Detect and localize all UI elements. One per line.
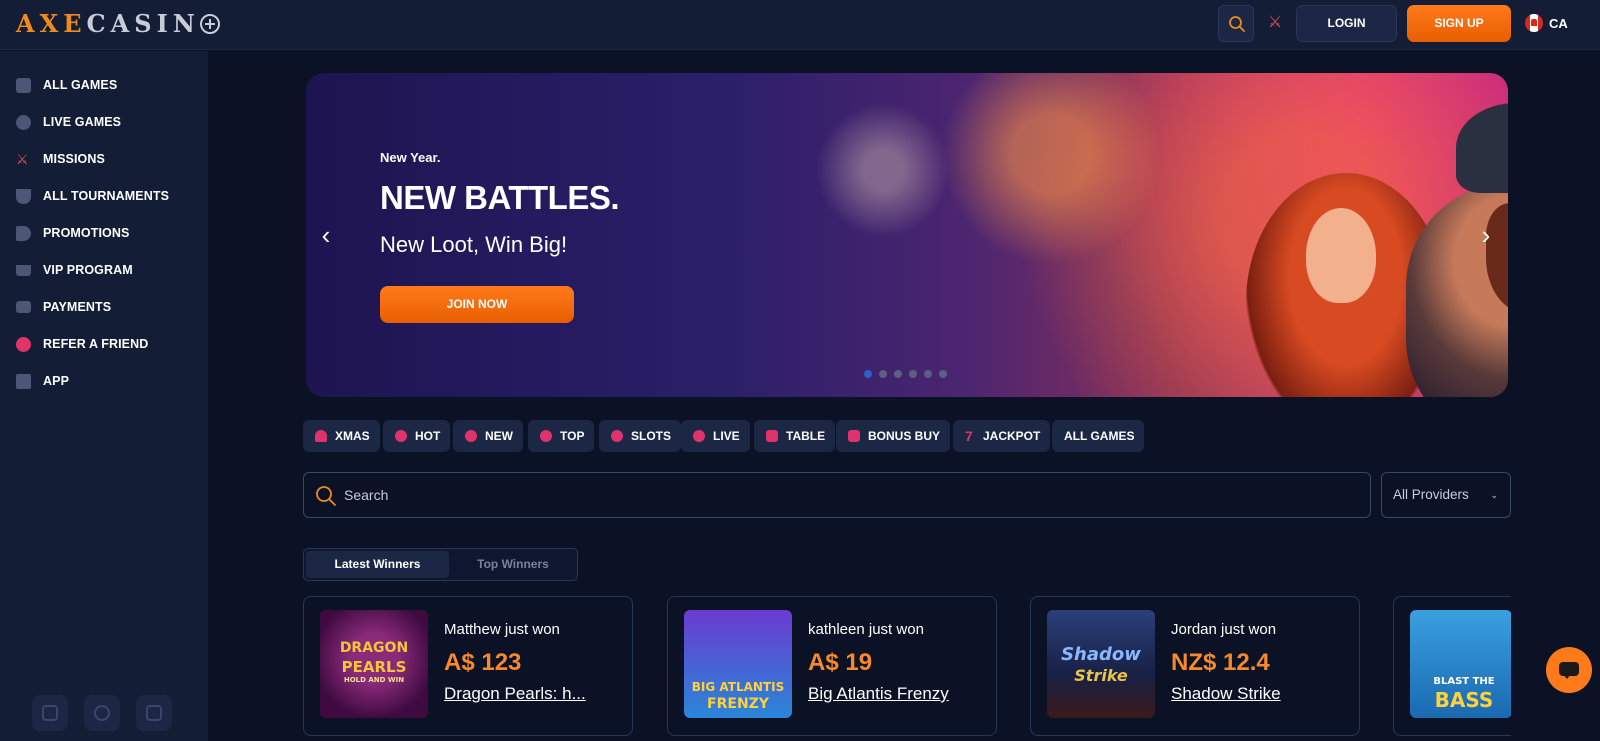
tab-latest-winners[interactable]: Latest Winners bbox=[306, 551, 449, 578]
sidebar: ALL GAMES LIVE GAMES ⚔ MISSIONS ALL TOUR… bbox=[0, 51, 208, 741]
slide-dot[interactable] bbox=[864, 370, 872, 378]
winner-game-link[interactable]: Dragon Pearls: h... bbox=[444, 684, 586, 704]
banner-kicker: New Year. bbox=[380, 150, 441, 165]
users-icon bbox=[16, 336, 31, 352]
live-chat-button[interactable] bbox=[1546, 647, 1592, 693]
language-selector[interactable]: CA bbox=[1525, 14, 1568, 34]
new-icon bbox=[465, 430, 477, 442]
providers-select[interactable]: All Providers ⌄ bbox=[1381, 472, 1511, 518]
category-jackpot[interactable]: 7 JACKPOT bbox=[953, 420, 1051, 452]
banner-artwork bbox=[926, 93, 1508, 397]
app-grid-icon bbox=[16, 373, 31, 389]
cherry-icon bbox=[611, 430, 623, 442]
search-icon bbox=[1229, 16, 1245, 32]
sidebar-item-refer[interactable]: REFER A FRIEND bbox=[16, 334, 148, 354]
banner-subtitle: New Loot, Win Big! bbox=[380, 232, 568, 257]
category-new[interactable]: NEW bbox=[453, 420, 523, 452]
banner-prev-arrow[interactable]: ‹ bbox=[316, 222, 336, 248]
table-icon bbox=[766, 430, 778, 442]
slide-dot[interactable] bbox=[939, 370, 947, 378]
sidebar-item-promotions[interactable]: PROMOTIONS bbox=[16, 223, 129, 243]
sidebar-item-all-games[interactable]: ALL GAMES bbox=[16, 75, 117, 95]
slide-dot[interactable] bbox=[894, 370, 902, 378]
chat-icon bbox=[1559, 662, 1579, 679]
category-all-games[interactable]: ALL GAMES bbox=[1052, 420, 1145, 452]
sidebar-item-tournaments[interactable]: ALL TOURNAMENTS bbox=[16, 186, 169, 206]
sidebar-item-missions[interactable]: ⚔ MISSIONS bbox=[16, 149, 105, 169]
category-xmas[interactable]: XMAS bbox=[303, 420, 380, 452]
blast-the-bass-thumbnail[interactable]: BLAST THE BASS bbox=[1410, 610, 1511, 718]
canada-flag-icon bbox=[1525, 14, 1543, 32]
logo-o-icon bbox=[199, 14, 220, 34]
top-header: AXECASIN ⚔ LOGIN SIGN UP CA bbox=[0, 0, 1600, 50]
login-button[interactable]: LOGIN bbox=[1296, 5, 1397, 42]
chevron-down-icon: ⌄ bbox=[1490, 490, 1498, 500]
sidebar-item-live-games[interactable]: LIVE GAMES bbox=[16, 112, 121, 132]
winner-card[interactable]: BLAST THE BASS bbox=[1393, 596, 1511, 736]
banner-pagination bbox=[864, 370, 947, 378]
instagram-icon bbox=[42, 705, 58, 721]
category-hot[interactable]: HOT bbox=[383, 420, 451, 452]
slide-dot[interactable] bbox=[909, 370, 917, 378]
tab-top-winners[interactable]: Top Winners bbox=[449, 551, 577, 578]
wallet-icon bbox=[16, 301, 31, 313]
flame-icon bbox=[395, 430, 407, 442]
facebook-icon bbox=[146, 705, 162, 721]
winner-card[interactable]: Shadow Strike Jordan just won NZ$ 12.4 S… bbox=[1030, 596, 1360, 736]
slide-dot[interactable] bbox=[924, 370, 932, 378]
search-icon bbox=[316, 486, 336, 506]
top-icon bbox=[540, 430, 552, 442]
all-games-icon bbox=[16, 77, 31, 93]
banner-next-arrow[interactable]: › bbox=[1476, 222, 1496, 248]
telegram-icon bbox=[94, 705, 110, 721]
tree-icon bbox=[315, 430, 327, 442]
category-bonus-buy[interactable]: BONUS BUY bbox=[836, 420, 951, 452]
sidebar-item-payments[interactable]: PAYMENTS bbox=[16, 297, 111, 317]
shadow-strike-thumbnail[interactable]: Shadow Strike bbox=[1047, 610, 1155, 718]
category-slots[interactable]: SLOTS bbox=[599, 420, 682, 452]
missions-icon: ⚔ bbox=[16, 150, 29, 167]
game-search bbox=[303, 472, 1371, 518]
winner-card[interactable]: BIG ATLANTIS FRENZY kathleen just won A$… bbox=[667, 596, 997, 736]
facebook-button[interactable] bbox=[136, 695, 172, 731]
category-top[interactable]: TOP bbox=[528, 420, 595, 452]
slide-dot[interactable] bbox=[879, 370, 887, 378]
missions-icon[interactable]: ⚔ bbox=[1264, 12, 1286, 34]
live-games-icon bbox=[16, 114, 31, 130]
sidebar-item-vip[interactable]: VIP PROGRAM bbox=[16, 260, 133, 280]
winner-game-link[interactable]: Big Atlantis Frenzy bbox=[808, 684, 949, 704]
telegram-button[interactable] bbox=[84, 695, 120, 731]
winners-tabs: Latest Winners Top Winners bbox=[303, 548, 578, 581]
search-input[interactable] bbox=[344, 483, 1344, 507]
instagram-button[interactable] bbox=[32, 695, 68, 731]
header-search-button[interactable] bbox=[1218, 5, 1254, 42]
category-live[interactable]: LIVE bbox=[681, 420, 750, 452]
category-table[interactable]: TABLE bbox=[754, 420, 836, 452]
gift-icon bbox=[848, 430, 860, 442]
winner-card[interactable]: DRAGON PEARLS HOLD AND WIN Matthew just … bbox=[303, 596, 633, 736]
join-now-button[interactable]: JOIN NOW bbox=[380, 286, 574, 323]
trophy-icon bbox=[16, 188, 31, 204]
live-icon bbox=[693, 430, 705, 442]
dragon-pearls-thumbnail[interactable]: DRAGON PEARLS HOLD AND WIN bbox=[320, 610, 428, 718]
banner-title: NEW BATTLES. bbox=[380, 179, 620, 216]
sidebar-item-app[interactable]: APP bbox=[16, 371, 69, 391]
logo[interactable]: AXECASIN bbox=[16, 9, 220, 38]
megaphone-icon bbox=[16, 225, 31, 241]
big-atlantis-frenzy-thumbnail[interactable]: BIG ATLANTIS FRENZY bbox=[684, 610, 792, 718]
signup-button[interactable]: SIGN UP bbox=[1407, 5, 1511, 42]
crown-icon bbox=[16, 264, 31, 276]
seven-icon: 7 bbox=[965, 428, 973, 444]
winner-game-link[interactable]: Shadow Strike bbox=[1171, 684, 1281, 704]
